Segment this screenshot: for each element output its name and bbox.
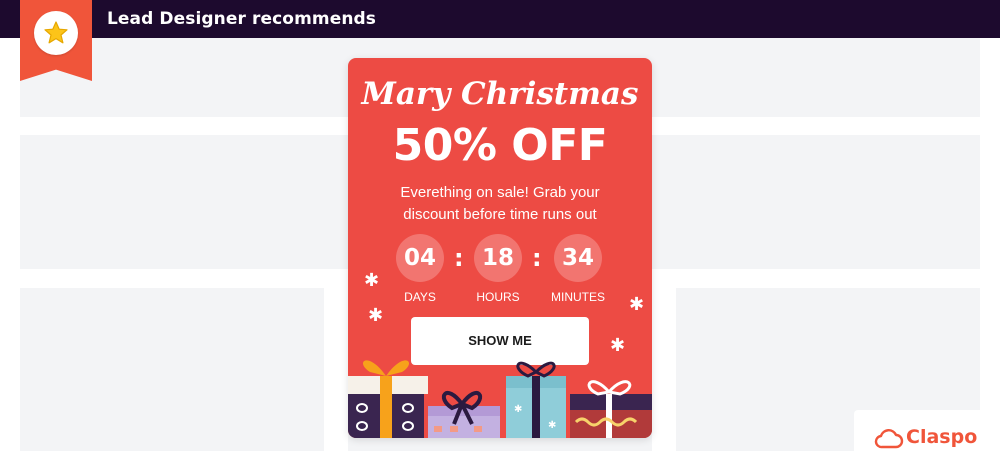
svg-text:✱: ✱: [548, 420, 556, 431]
badge-circle: [34, 11, 78, 55]
countdown-separator: :: [532, 244, 542, 272]
header-bar: Lead Designer recommends: [0, 0, 1000, 38]
svg-text:✱: ✱: [514, 404, 522, 415]
popup-description: Everething on sale! Grab your discount b…: [400, 184, 600, 223]
cloud-logo-icon: [874, 429, 904, 449]
countdown-minutes-value: 34: [554, 234, 602, 282]
star-icon: [44, 21, 68, 44]
christmas-popup: Mary Christmas 50% OFF Everething on sal…: [348, 58, 652, 438]
header-title: Lead Designer recommends: [107, 9, 377, 29]
brand-name: Claspo: [906, 426, 978, 448]
countdown-days-value: 04: [396, 234, 444, 282]
snowflake-icon: ✱: [364, 270, 380, 291]
countdown-days-label: DAYS: [404, 290, 436, 304]
snowflake-icon: ✱: [368, 305, 384, 326]
countdown-separator: :: [454, 244, 464, 272]
countdown-hours-label: HOURS: [476, 290, 520, 304]
brand-card: Claspo: [854, 410, 1000, 470]
countdown-minutes-label: MINUTES: [551, 290, 605, 304]
snowflake-icon: ✱: [629, 294, 645, 315]
placeholder-block-3: [20, 288, 324, 451]
popup-offer: 50% OFF: [392, 120, 608, 171]
countdown-hours-value: 18: [474, 234, 522, 282]
gift-boxes-illustration: ✱ ✱: [348, 360, 652, 438]
popup-title: Mary Christmas: [361, 76, 639, 112]
